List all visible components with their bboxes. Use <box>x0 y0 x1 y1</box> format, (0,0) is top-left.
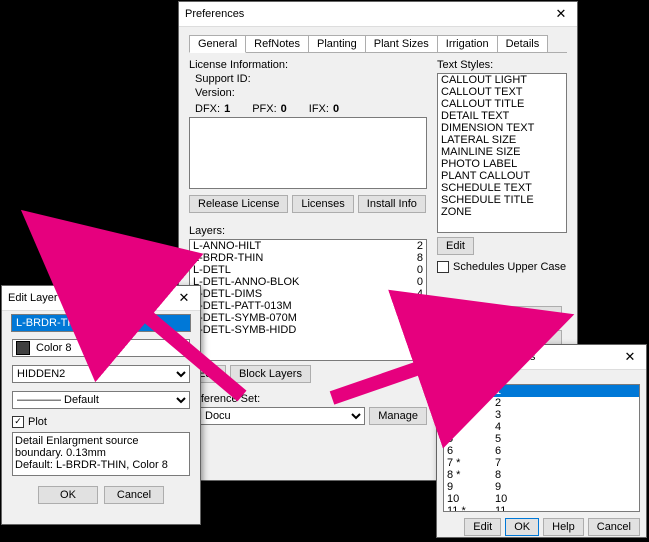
layer-item[interactable]: L-DETL0 <box>190 264 426 276</box>
text-style-item[interactable]: DETAIL TEXT <box>438 110 566 122</box>
edit-button[interactable]: Edit <box>464 518 501 536</box>
cancel-button[interactable]: Cancel <box>588 518 640 536</box>
color-row[interactable]: 44 <box>444 421 639 433</box>
color-row[interactable]: 55 <box>444 433 639 445</box>
close-icon[interactable]: ✕ <box>551 6 571 22</box>
text-style-item[interactable]: CALLOUT TEXT <box>438 86 566 98</box>
text-style-item[interactable]: ZONE <box>438 206 566 218</box>
ok-button[interactable]: OK <box>38 486 98 504</box>
release-license-button[interactable]: Release License <box>189 195 288 213</box>
tab-plant-sizes[interactable]: Plant Sizes <box>365 35 438 53</box>
dfx-label: DFX: <box>195 103 220 115</box>
license-listbox[interactable] <box>189 117 427 189</box>
tabs: General RefNotes Planting Plant Sizes Ir… <box>189 35 577 53</box>
color-field[interactable]: Color 8 <box>12 339 190 357</box>
version-label: Version: <box>195 87 427 99</box>
schedules-upper-label: Schedules Upper Case <box>453 261 566 273</box>
ifx-label: IFX: <box>309 103 329 115</box>
from-header: From: <box>443 372 491 384</box>
text-style-item[interactable]: DIMENSION TEXT <box>438 122 566 134</box>
pref-set-select[interactable]: H Docu <box>189 407 365 425</box>
text-style-item[interactable]: PLANT CALLOUT <box>438 170 566 182</box>
color-row[interactable]: 7 *7 <box>444 457 639 469</box>
support-id-label: Support ID: <box>195 73 427 85</box>
color-row[interactable]: 1 *1 <box>444 385 639 397</box>
text-style-item[interactable]: CALLOUT TITLE <box>438 98 566 110</box>
color-row[interactable]: 11 *11 <box>444 505 639 512</box>
help-button[interactable]: Help <box>543 518 584 536</box>
text-style-item[interactable]: PHOTO LABEL <box>438 158 566 170</box>
color-row[interactable]: 66 <box>444 445 639 457</box>
layer-item[interactable]: L-ANNO-HILT2 <box>190 240 426 252</box>
tab-irrigation[interactable]: Irrigation <box>437 35 498 53</box>
color-row[interactable]: 1010 <box>444 493 639 505</box>
text-style-item[interactable]: LATERAL SIZE <box>438 134 566 146</box>
edit-layer-titlebar: Edit Layer ✕ <box>2 286 200 311</box>
block-colors-titlebar: Block Layer Colors ✕ <box>437 345 646 370</box>
dfx-value: 1 <box>224 103 230 115</box>
preferences-titlebar: Preferences ✕ <box>179 2 577 27</box>
edit-layer-window: Edit Layer ✕ Color 8 HIDDEN2 ———— Defaul… <box>1 285 201 525</box>
layer-item[interactable]: L-DETL-SYMB-070M7 <box>190 312 426 324</box>
plot-label: Plot <box>28 416 47 428</box>
layer-description: Detail Enlargment source boundary. 0.13m… <box>12 432 190 476</box>
to-header: To: <box>491 372 539 384</box>
text-styles-edit-button[interactable]: Edit <box>437 237 474 255</box>
tab-general[interactable]: General <box>189 35 246 53</box>
acad-paths-button[interactable]: Acad Support Paths <box>442 306 562 324</box>
linetype-select[interactable]: HIDDEN2 <box>12 365 190 383</box>
licenses-button[interactable]: Licenses <box>292 195 353 213</box>
color-label: Color 8 <box>36 342 71 354</box>
lineweight-select[interactable]: ———— Default <box>12 391 190 409</box>
layer-item[interactable]: L-DETL-ANNO-BLOK0 <box>190 276 426 288</box>
color-row[interactable]: 22 <box>444 397 639 409</box>
pfx-value: 0 <box>281 103 287 115</box>
block-layer-colors-window: Block Layer Colors ✕ From: To: 1 *1223 *… <box>436 344 647 538</box>
license-heading: License Information: <box>189 59 427 71</box>
close-icon[interactable]: ✕ <box>620 349 640 365</box>
edit-layer-title: Edit Layer <box>8 292 174 304</box>
layers-listbox[interactable]: L-ANNO-HILT2L-BRDR-THIN8L-DETL0L-DETL-AN… <box>189 239 427 361</box>
ok-button[interactable]: OK <box>505 518 539 536</box>
tab-planting[interactable]: Planting <box>308 35 366 53</box>
text-style-item[interactable]: SCHEDULE TITLE <box>438 194 566 206</box>
plot-checkbox[interactable]: ✓ Plot <box>12 416 47 428</box>
text-style-item[interactable]: SCHEDULE TEXT <box>438 182 566 194</box>
layers-heading: Layers: <box>189 225 427 237</box>
preferences-title: Preferences <box>185 8 551 20</box>
ifx-value: 0 <box>333 103 339 115</box>
pfx-label: PFX: <box>252 103 276 115</box>
layer-item[interactable]: L-DETL-SYMB-HIDD8 <box>190 324 426 336</box>
layer-item[interactable]: L-DETL-PATT-013M5 <box>190 300 426 312</box>
colors-listbox[interactable]: 1 *1223 *34455667 *78 *899101011 *111212… <box>443 384 640 512</box>
checkbox-icon <box>437 261 449 273</box>
tab-refnotes[interactable]: RefNotes <box>245 35 309 53</box>
tab-details[interactable]: Details <box>497 35 549 53</box>
color-swatch-icon <box>16 341 30 355</box>
checkbox-icon: ✓ <box>12 416 24 428</box>
text-styles-listbox[interactable]: CALLOUT LIGHTCALLOUT TEXTCALLOUT TITLEDE… <box>437 73 567 233</box>
layer-item[interactable]: L-DETL-DIMS4 <box>190 288 426 300</box>
cancel-button[interactable]: Cancel <box>104 486 164 504</box>
manage-button[interactable]: Manage <box>369 407 427 425</box>
text-style-item[interactable]: MAINLINE SIZE <box>438 146 566 158</box>
pref-set-heading: 'reference Set: <box>189 393 427 405</box>
text-style-item[interactable]: CALLOUT LIGHT <box>438 74 566 86</box>
color-row[interactable]: 8 *8 <box>444 469 639 481</box>
color-row[interactable]: 99 <box>444 481 639 493</box>
text-styles-heading: Text Styles: <box>437 59 567 71</box>
schedules-upper-checkbox[interactable]: Schedules Upper Case <box>437 261 566 273</box>
layer-name-input[interactable] <box>12 315 190 331</box>
layer-item[interactable]: L-BRDR-THIN8 <box>190 252 426 264</box>
install-info-button[interactable]: Install Info <box>358 195 426 213</box>
close-icon[interactable]: ✕ <box>174 290 194 306</box>
block-colors-title: Block Layer Colors <box>443 351 620 363</box>
color-row[interactable]: 3 *3 <box>444 409 639 421</box>
block-layers-button[interactable]: Block Layers <box>230 365 311 383</box>
